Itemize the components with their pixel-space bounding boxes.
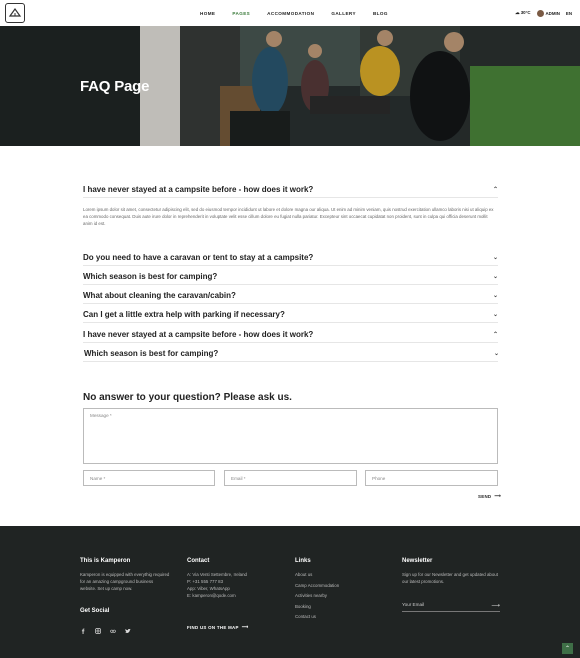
faq-question-3[interactable]: Which season is best for camping? ⌄ (83, 272, 498, 281)
faq-question-text: I have never stayed at a campsite before… (83, 185, 314, 194)
newsletter-email-input[interactable]: Your Email ⟶ (402, 602, 500, 612)
faq-question-2[interactable]: Do you need to have a caravan or tent to… (83, 253, 498, 262)
nav-gallery[interactable]: GALLERY (331, 11, 356, 16)
chevron-down-icon: ⌄ (493, 351, 499, 357)
contact-address: A: Via Venti Settembre, Ireland (187, 572, 247, 577)
contact-app: App: Viber, WhatsApp (187, 586, 230, 591)
facebook-icon[interactable] (80, 621, 86, 634)
footer-links-title: Links (295, 558, 311, 564)
nav-blog[interactable]: BLOG (373, 11, 388, 16)
divider (83, 265, 498, 266)
site-footer: This is Kamperon Kamperon is equipped wi… (0, 526, 580, 658)
nav-home[interactable]: HOME (200, 11, 215, 16)
instagram-icon[interactable] (95, 621, 101, 634)
send-label: SEND (478, 493, 492, 499)
site-header: HOME PAGES ACCOMMODATION GALLERY BLOG ☁ … (0, 0, 580, 26)
faq-answer: Lorem ipsum dolor sit amet, consectetur … (83, 207, 494, 226)
divider (83, 361, 498, 362)
faq-question-text: Which season is best for camping? (83, 272, 218, 281)
social-links (80, 621, 131, 634)
back-to-top-button[interactable]: ⌃ (562, 643, 573, 654)
nav-accommodation[interactable]: ACCOMMODATION (267, 11, 314, 16)
weather-temp: 30°C (520, 10, 531, 15)
footer-social-title: Get Social (80, 608, 110, 614)
twitter-icon[interactable] (125, 621, 131, 633)
divider (83, 342, 498, 343)
chevron-down-icon: ⌄ (492, 274, 498, 280)
user-menu[interactable]: ADMIN (536, 9, 560, 17)
footer-link-contact[interactable]: Contact us (295, 613, 385, 620)
footer-link-accommodation[interactable]: Camp Accommodation (295, 582, 385, 589)
find-us-on-map-link[interactable]: FIND US ON THE MAP ⟶ (187, 624, 248, 630)
message-field[interactable]: Message * (83, 408, 498, 464)
weather-widget: ☁ 30°C (515, 10, 530, 16)
faq-question-text: What about cleaning the caravan/cabin? (83, 291, 236, 300)
contact-phone: P: +31 555 777 83 (187, 579, 224, 584)
footer-links: Links About us Camp Accommodation Activi… (295, 558, 385, 620)
divider (83, 303, 498, 304)
footer-about-title: This is Kamperon (80, 558, 131, 564)
avatar (536, 9, 544, 17)
weather-icon: ☁ (515, 10, 520, 15)
logo-icon[interactable] (5, 3, 25, 23)
send-button[interactable]: SEND ⟶ (478, 493, 501, 499)
arrow-right-icon: ⟶ (494, 493, 502, 498)
faq-question-text: Can I get a little extra help with parki… (83, 310, 285, 319)
email-field[interactable]: Email * (224, 470, 357, 486)
arrow-right-icon: ⟶ (241, 624, 249, 629)
newsletter-placeholder: Your Email (402, 602, 425, 607)
footer-about: This is Kamperon Kamperon is equipped wi… (80, 558, 170, 592)
language-switcher[interactable]: EN (566, 11, 572, 16)
footer-newsletter-title: Newsletter (402, 558, 433, 564)
footer-link-about[interactable]: About us (295, 571, 385, 578)
chevron-down-icon: ⌄ (492, 293, 498, 299)
header-utilities: ☁ 30°C ADMIN EN (515, 0, 572, 26)
name-field[interactable]: Name * (83, 470, 215, 486)
faq-question-text: Which season is best for camping? (84, 349, 219, 358)
faq-question-5[interactable]: Can I get a little extra help with parki… (83, 310, 498, 319)
footer-link-booking[interactable]: Booking (295, 603, 385, 610)
faq-question-7[interactable]: Which season is best for camping? ⌄ (84, 349, 499, 358)
chevron-down-icon: ⌄ (492, 312, 498, 318)
faq-question-6[interactable]: I have never stayed at a campsite before… (83, 330, 498, 339)
user-name: ADMIN (545, 10, 560, 16)
faq-question-text: I have never stayed at a campsite before… (83, 330, 314, 339)
phone-field[interactable]: Phone (365, 470, 498, 486)
footer-about-text: Kamperon is equipped with everythig requ… (80, 572, 170, 591)
footer-link-activities[interactable]: Activities nearby (295, 592, 385, 599)
footer-newsletter-text: Sign up for our Newsletter and get updat… (402, 572, 498, 584)
nav-pages[interactable]: PAGES (232, 11, 250, 16)
chevron-up-icon: ⌃ (492, 332, 498, 338)
footer-contact: Contact A: Via Venti Settembre, Ireland … (187, 558, 277, 599)
arrow-right-icon[interactable]: ⟶ (491, 602, 500, 609)
faq-question-text: Do you need to have a caravan or tent to… (83, 253, 314, 262)
faq-question-4[interactable]: What about cleaning the caravan/cabin? ⌄ (83, 291, 498, 300)
map-link-label: FIND US ON THE MAP (187, 624, 239, 630)
divider (83, 322, 498, 323)
divider (83, 197, 498, 198)
faq-question-1[interactable]: I have never stayed at a campsite before… (83, 185, 498, 194)
chevron-up-icon: ⌃ (564, 646, 571, 652)
chevron-down-icon: ⌄ (492, 255, 498, 261)
chevron-up-icon: ⌃ (492, 187, 498, 193)
tripadvisor-icon[interactable] (110, 621, 116, 633)
footer-contact-title: Contact (187, 558, 210, 564)
contact-email: E: kamperon@qode.com (187, 593, 236, 598)
hero-banner: FAQ Page (0, 26, 580, 146)
page-title: FAQ Page (80, 78, 150, 95)
footer-newsletter: Newsletter Sign up for our Newsletter an… (402, 558, 502, 585)
contact-form-title: No answer to your question? Please ask u… (83, 392, 292, 403)
divider (83, 284, 498, 285)
main-nav: HOME PAGES ACCOMMODATION GALLERY BLOG (200, 0, 405, 26)
